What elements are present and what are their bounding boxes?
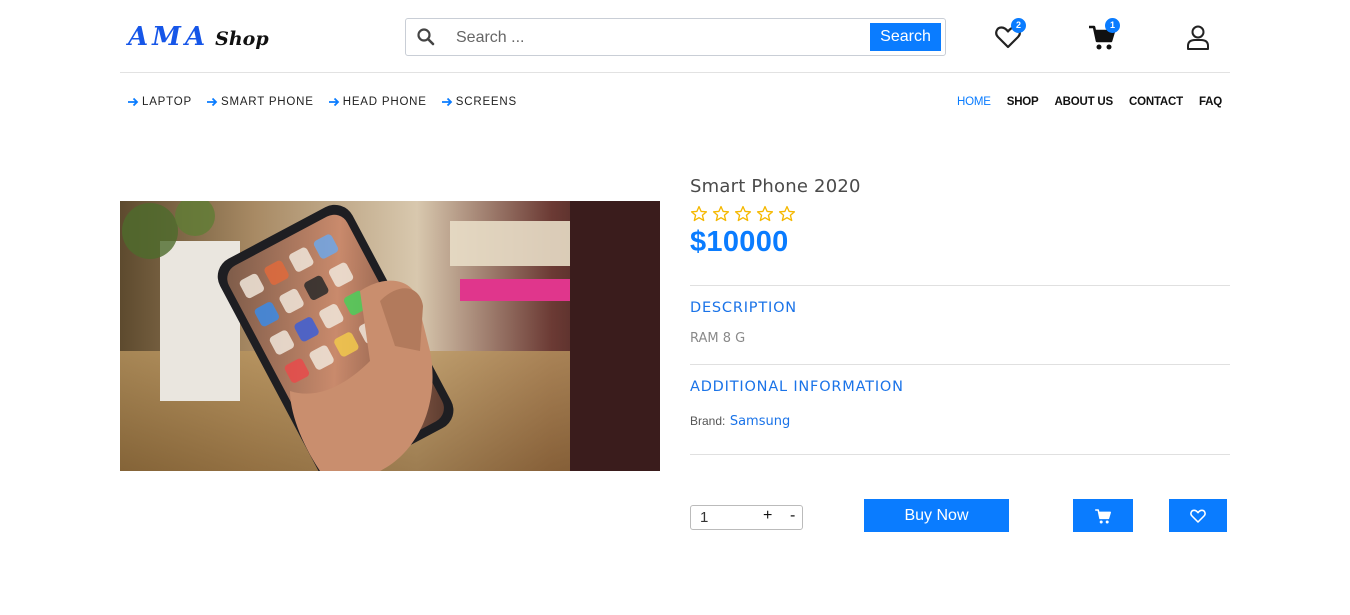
add-to-wishlist-button[interactable] [1169,499,1227,532]
cart-icon [1095,508,1111,523]
brand-value[interactable]: Samsung [730,414,790,429]
buy-now-button[interactable]: Buy Now [864,499,1009,532]
category-screens[interactable]: SCREENS [441,96,517,108]
product-price: $10000 [690,226,789,258]
quantity-input[interactable]: 1 [700,509,708,526]
additional-info-heading: ADDITIONAL INFORMATION [690,379,904,395]
account-link[interactable] [1183,22,1213,52]
category-head-phone[interactable]: HEAD PHONE [328,96,427,108]
site-header: AMA Shop Search 2 1 [120,0,1230,73]
menu-home[interactable]: HOME [957,96,991,108]
divider [690,454,1230,455]
category-label: LAPTOP [142,96,192,108]
wishlist-link[interactable]: 2 [993,18,1026,52]
star-outline-icon[interactable] [756,205,774,223]
main-menu: HOME SHOP ABOUT US CONTACT FAQ [941,96,1222,108]
product-image [120,201,660,471]
smartphone-in-hand-photo [120,201,660,471]
menu-about-us[interactable]: ABOUT US [1055,96,1114,108]
site-logo[interactable]: AMA Shop [128,18,269,50]
star-outline-icon[interactable] [690,205,708,223]
add-to-cart-button[interactable] [1073,499,1133,532]
quantity-increase-button[interactable]: + [763,507,772,525]
arrow-right-icon [206,97,218,107]
navigation-bar: LAPTOP SMART PHONE HEAD PHONE SCREENS HO… [120,88,1230,118]
divider [690,285,1230,286]
user-icon [1187,25,1209,50]
brand-row: Brand: Samsung [690,412,1230,430]
product-title: Smart Phone 2020 [690,176,861,197]
rating-stars [690,205,1230,223]
cart-count-badge: 1 [1105,18,1120,33]
search-bar: Search [405,18,946,56]
category-smart-phone[interactable]: SMART PHONE [206,96,314,108]
arrow-right-icon [441,97,453,107]
menu-faq[interactable]: FAQ [1199,96,1222,108]
category-label: SCREENS [455,96,517,108]
category-links: LAPTOP SMART PHONE HEAD PHONE SCREENS [128,96,532,108]
logo-main-text: AMA [128,22,210,52]
divider [690,364,1230,365]
search-input[interactable] [456,25,856,51]
quantity-stepper: 1 + - [690,505,803,530]
product-details: Smart Phone 2020 $10000 DESCRIPTION RAM … [690,172,1230,455]
menu-shop[interactable]: SHOP [1007,96,1039,108]
brand-label: Brand: [690,414,726,428]
cart-link[interactable]: 1 [1087,18,1120,52]
arrow-right-icon [128,97,139,107]
wishlist-count-badge: 2 [1011,18,1026,33]
star-outline-icon[interactable] [734,205,752,223]
description-heading: DESCRIPTION [690,300,797,316]
category-label: HEAD PHONE [342,96,427,108]
description-text: RAM 8 G [690,331,746,346]
star-outline-icon[interactable] [778,205,796,223]
heart-icon [1190,509,1206,523]
arrow-right-icon [328,97,339,107]
search-button[interactable]: Search [870,23,941,51]
logo-sub-text: Shop [215,28,269,50]
search-icon [417,28,435,46]
star-outline-icon[interactable] [712,205,730,223]
category-label: SMART PHONE [220,96,314,108]
category-laptop[interactable]: LAPTOP [128,96,192,108]
menu-contact[interactable]: CONTACT [1129,96,1183,108]
quantity-decrease-button[interactable]: - [790,507,795,525]
